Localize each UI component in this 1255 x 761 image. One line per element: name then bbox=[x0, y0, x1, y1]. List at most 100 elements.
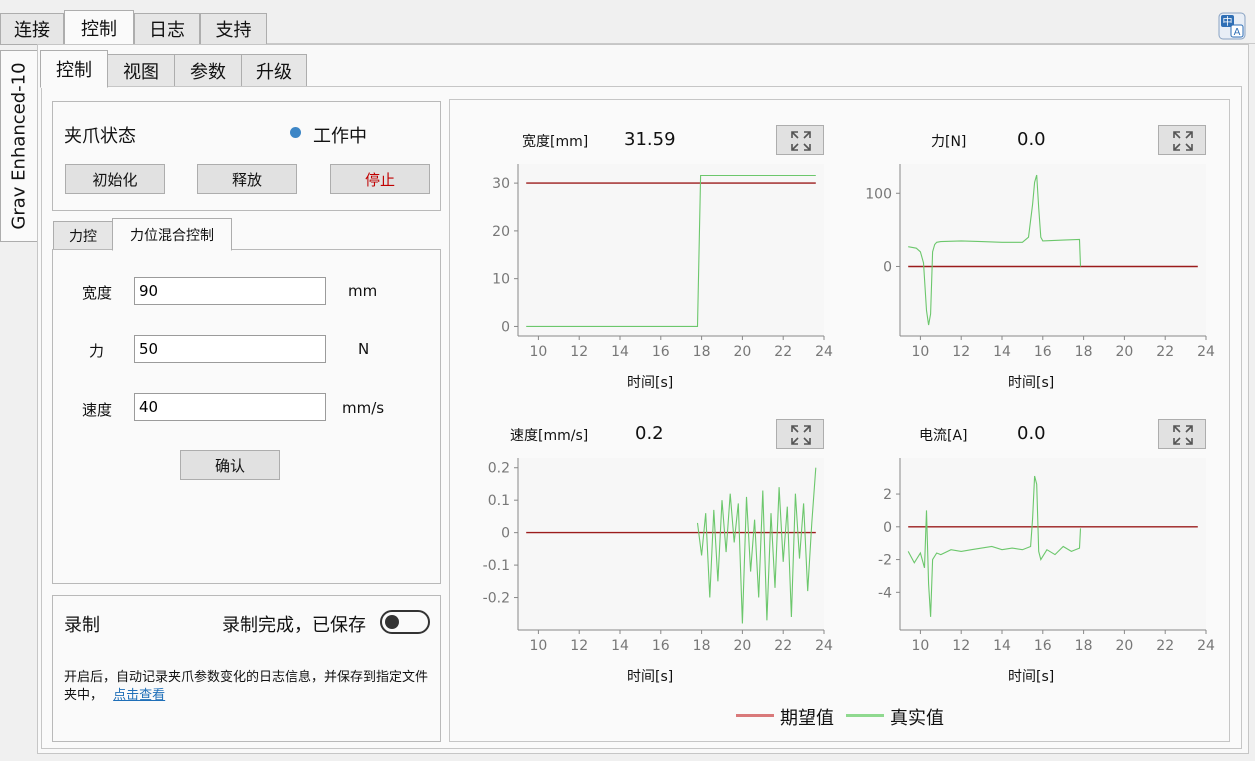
speed-chart-value: 0.2 bbox=[635, 423, 664, 444]
legend-expected-swatch bbox=[736, 714, 774, 717]
stop-button[interactable]: 停止 bbox=[330, 164, 430, 194]
width-chart: 10 12 14 16 18 20 22 24 0 10 20 30 bbox=[492, 164, 833, 360]
speed-unit: mm/s bbox=[342, 399, 385, 417]
speed-y-tick-label: 0.2 bbox=[488, 461, 510, 477]
speed-plot-bg bbox=[518, 458, 824, 630]
init-button[interactable]: 初始化 bbox=[65, 164, 165, 194]
gripper-status-title: 夹爪状态 bbox=[64, 126, 136, 147]
width-x-tick-label: 14 bbox=[611, 344, 629, 360]
current-chart-value: 0.0 bbox=[1017, 423, 1046, 444]
speed-input[interactable] bbox=[134, 393, 326, 421]
force-x-tick-label: 16 bbox=[1034, 344, 1052, 360]
expand-width-chart-button[interactable] bbox=[776, 125, 824, 155]
tab-support[interactable]: 支持 bbox=[200, 13, 267, 45]
legend-expected-label: 期望值 bbox=[780, 708, 834, 729]
speed-y-tick-label: -0.2 bbox=[483, 591, 510, 607]
current-chart-xlabel: 时间[s] bbox=[1008, 669, 1055, 685]
gripper-status-box bbox=[52, 101, 441, 211]
force-y-tick-label: 0 bbox=[883, 259, 892, 275]
record-toggle[interactable] bbox=[380, 610, 430, 634]
speed-x-tick-label: 20 bbox=[733, 638, 751, 654]
force-x-tick-label: 12 bbox=[952, 344, 970, 360]
width-y-tick-label: 30 bbox=[492, 176, 510, 192]
width-x-tick-label: 24 bbox=[815, 344, 833, 360]
force-chart-value: 0.0 bbox=[1017, 129, 1046, 150]
legend-actual-label: 真实值 bbox=[890, 708, 944, 729]
svg-text:A: A bbox=[1234, 27, 1241, 38]
current-y-tick-label: 0 bbox=[883, 520, 892, 536]
force-y-tick-label: 100 bbox=[865, 186, 892, 202]
width-x-tick-label: 12 bbox=[570, 344, 588, 360]
current-chart-title: 电流[A] bbox=[919, 428, 968, 444]
force-x-tick-label: 18 bbox=[1075, 344, 1093, 360]
force-x-tick-label: 14 bbox=[993, 344, 1011, 360]
language-switch-icon[interactable]: 中 A bbox=[1217, 11, 1247, 41]
tab-force-control[interactable]: 力控 bbox=[53, 221, 113, 251]
width-x-tick-label: 16 bbox=[652, 344, 670, 360]
speed-y-tick-label: 0 bbox=[501, 526, 510, 542]
current-x-tick-label: 14 bbox=[993, 638, 1011, 654]
speed-label: 速度 bbox=[82, 401, 113, 419]
force-chart-xlabel: 时间[s] bbox=[1008, 375, 1055, 391]
subtab-view[interactable]: 视图 bbox=[107, 54, 175, 87]
tab-control[interactable]: 控制 bbox=[64, 10, 134, 46]
expand-icon bbox=[1173, 425, 1193, 445]
expand-speed-chart-button[interactable] bbox=[776, 419, 824, 449]
speed-x-tick-label: 12 bbox=[570, 638, 588, 654]
width-y-tick-label: 20 bbox=[492, 224, 510, 240]
record-description: 开启后，自动记录夹爪参数变化的日志信息，并保存到指定文件夹中， 点击查看 bbox=[64, 669, 434, 705]
current-plot-bg bbox=[900, 458, 1206, 630]
current-y-tick-label: -4 bbox=[878, 585, 892, 601]
current-x-tick-label: 10 bbox=[911, 638, 929, 654]
speed-x-tick-label: 10 bbox=[529, 638, 547, 654]
confirm-button[interactable]: 确认 bbox=[180, 450, 280, 480]
speed-y-tick-label: 0.1 bbox=[488, 493, 510, 509]
width-y-tick-label: 10 bbox=[492, 272, 510, 288]
width-unit: mm bbox=[348, 282, 378, 300]
current-x-tick-label: 22 bbox=[1156, 638, 1174, 654]
tab-log[interactable]: 日志 bbox=[134, 13, 200, 45]
record-status-text: 录制完成，已保存 bbox=[222, 615, 366, 636]
current-x-tick-label: 18 bbox=[1075, 638, 1093, 654]
tab-hybrid-control[interactable]: 力位混合控制 bbox=[112, 218, 232, 251]
expand-force-chart-button[interactable] bbox=[1158, 125, 1206, 155]
current-y-tick-label: 2 bbox=[883, 487, 892, 503]
speed-x-tick-label: 16 bbox=[652, 638, 670, 654]
current-x-tick-label: 12 bbox=[952, 638, 970, 654]
width-label: 宽度 bbox=[82, 284, 113, 302]
speed-x-tick-label: 22 bbox=[774, 638, 792, 654]
width-chart-xlabel: 时间[s] bbox=[627, 375, 674, 391]
expand-current-chart-button[interactable] bbox=[1158, 419, 1206, 449]
view-records-link[interactable]: 点击查看 bbox=[113, 688, 165, 703]
width-input[interactable] bbox=[134, 277, 326, 305]
subtab-control[interactable]: 控制 bbox=[40, 50, 108, 88]
subtab-params[interactable]: 参数 bbox=[174, 54, 242, 87]
speed-chart-xlabel: 时间[s] bbox=[627, 669, 674, 685]
release-button[interactable]: 释放 bbox=[197, 164, 297, 194]
status-indicator-dot bbox=[290, 127, 301, 138]
toggle-knob bbox=[385, 615, 399, 629]
width-chart-title: 宽度[mm] bbox=[522, 134, 589, 150]
width-plot-bg bbox=[518, 164, 824, 336]
speed-chart-title: 速度[mm/s] bbox=[510, 428, 589, 444]
width-x-tick-label: 20 bbox=[733, 344, 751, 360]
gripper-state-text: 工作中 bbox=[313, 126, 367, 147]
subtab-upgrade[interactable]: 升级 bbox=[241, 54, 307, 87]
width-chart-value: 31.59 bbox=[624, 129, 676, 150]
force-plot-bg bbox=[900, 164, 1206, 336]
width-x-tick-label: 18 bbox=[693, 344, 711, 360]
force-input[interactable] bbox=[134, 335, 326, 363]
current-chart: 10 12 14 16 18 20 22 24 -4 -2 0 2 bbox=[878, 458, 1215, 654]
speed-x-tick-label: 14 bbox=[611, 638, 629, 654]
force-x-tick-label: 24 bbox=[1197, 344, 1215, 360]
tab-connect[interactable]: 连接 bbox=[0, 13, 64, 45]
width-x-tick-label: 22 bbox=[774, 344, 792, 360]
current-x-tick-label: 16 bbox=[1034, 638, 1052, 654]
width-y-tick-label: 0 bbox=[501, 319, 510, 335]
force-label: 力 bbox=[89, 342, 105, 360]
current-y-tick-label: -2 bbox=[878, 553, 892, 569]
force-x-tick-label: 20 bbox=[1115, 344, 1133, 360]
expand-icon bbox=[791, 425, 811, 445]
legend-actual-swatch bbox=[846, 714, 884, 717]
device-tab[interactable]: Grav Enhanced-10 bbox=[0, 50, 37, 242]
